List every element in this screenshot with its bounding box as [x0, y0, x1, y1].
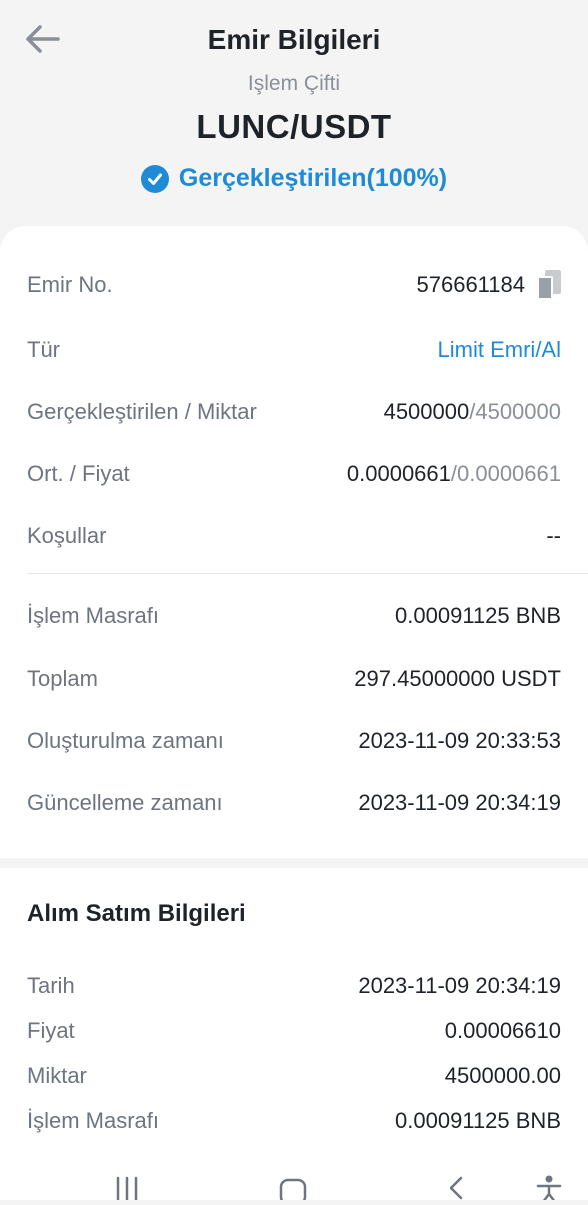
accessibility-icon — [536, 1175, 562, 1204]
order-no-row: Emir No. 576661184 — [27, 265, 561, 305]
conditions-row: Koşullar -- — [27, 516, 561, 556]
trade-price-label: Fiyat — [27, 1018, 75, 1043]
order-no-value: 576661184 — [416, 272, 526, 297]
copy-icon[interactable] — [537, 270, 561, 300]
pair-label: Işlem Çifti — [247, 72, 341, 95]
accessibility-button[interactable] — [534, 1174, 564, 1204]
avg-price-label: Ort. / Fiyat — [27, 461, 130, 486]
filled-label: Gerçekleştirilen / Miktar — [27, 399, 257, 424]
trade-fee-row: İşlem Masrafı 0.00091125 BNB — [27, 1104, 561, 1138]
trade-date-value: 2023-11-09 20:34:19 — [358, 973, 561, 998]
section-title: Alım Satım Bilgileri — [27, 900, 246, 927]
trading-pair: LUNC/USDT — [196, 108, 392, 145]
page-title: Emir Bilgileri — [207, 24, 381, 55]
trade-qty-row: Miktar 4500000.00 — [27, 1059, 561, 1093]
status-text: Gerçekleştirilen(100%) — [178, 164, 448, 192]
avg-value: 0.0000661 — [346, 461, 451, 486]
status-badge: Gerçekleştirilen(100%) — [0, 164, 588, 193]
order-no-value-wrap: 576661184 — [416, 270, 561, 300]
trade-price-row: Fiyat 0.00006610 — [27, 1014, 561, 1048]
total-row: Toplam 297.45000000 USDT — [27, 659, 561, 699]
nav-back-button[interactable] — [444, 1174, 468, 1200]
trade-fee-label: İşlem Masrafı — [27, 1108, 160, 1133]
trade-fee-value: 0.00091125 BNB — [395, 1108, 561, 1133]
home-button[interactable] — [278, 1174, 308, 1205]
check-circle-icon — [140, 164, 169, 193]
home-icon — [279, 1178, 307, 1205]
filled-value-wrap: 4500000/4500000 — [384, 399, 561, 425]
divider — [27, 573, 588, 574]
trade-date-row: Tarih 2023-11-09 20:34:19 — [27, 969, 561, 1003]
type-row: Tür Limit Emri/Al — [27, 330, 561, 370]
system-nav-bar — [0, 1168, 588, 1205]
fee-value: 0.00091125 BNB — [395, 603, 561, 628]
recent-apps-button[interactable] — [112, 1174, 142, 1202]
header: Emir Bilgileri Işlem Çifti LUNC/USDT Ger… — [0, 0, 588, 230]
total-value: 297.45000000 USDT — [354, 666, 561, 691]
type-value: Limit Emri/Al — [437, 337, 561, 362]
recent-apps-icon — [116, 1176, 138, 1202]
updated-row: Güncelleme zamanı 2023-11-09 20:34:19 — [27, 783, 561, 823]
price-value: /0.0000661 — [450, 461, 561, 486]
updated-value: 2023-11-09 20:34:19 — [358, 790, 561, 815]
conditions-label: Koşullar — [27, 523, 107, 548]
trade-details-card: Alım Satım Bilgileri Tarih 2023-11-09 20… — [0, 868, 588, 1168]
filled-row: Gerçekleştirilen / Miktar 4500000/450000… — [27, 392, 561, 432]
filled-value: 4500000 — [383, 399, 470, 424]
fee-label: İşlem Masrafı — [27, 603, 160, 628]
back-chevron-icon — [449, 1176, 463, 1200]
conditions-value: -- — [546, 523, 561, 548]
total-label: Toplam — [27, 666, 98, 691]
avg-price-row: Ort. / Fiyat 0.0000661/0.0000661 — [27, 454, 561, 494]
trade-price-value: 0.00006610 — [444, 1018, 561, 1043]
created-value: 2023-11-09 20:33:53 — [358, 728, 561, 753]
amount-value: /4500000 — [469, 399, 561, 424]
avg-price-value-wrap: 0.0000661/0.0000661 — [347, 461, 561, 487]
order-no-label: Emir No. — [27, 272, 113, 297]
fee-row: İşlem Masrafı 0.00091125 BNB — [27, 596, 561, 636]
trade-qty-value: 4500000.00 — [444, 1063, 561, 1088]
trade-date-label: Tarih — [27, 973, 75, 998]
trade-qty-label: Miktar — [27, 1063, 87, 1088]
created-label: Oluşturulma zamanı — [27, 728, 224, 753]
updated-label: Güncelleme zamanı — [27, 790, 223, 815]
order-details-card: Emir No. 576661184 Tür Limit Emri/Al Ger… — [0, 226, 588, 858]
type-label: Tür — [27, 337, 60, 362]
created-row: Oluşturulma zamanı 2023-11-09 20:33:53 — [27, 721, 561, 761]
